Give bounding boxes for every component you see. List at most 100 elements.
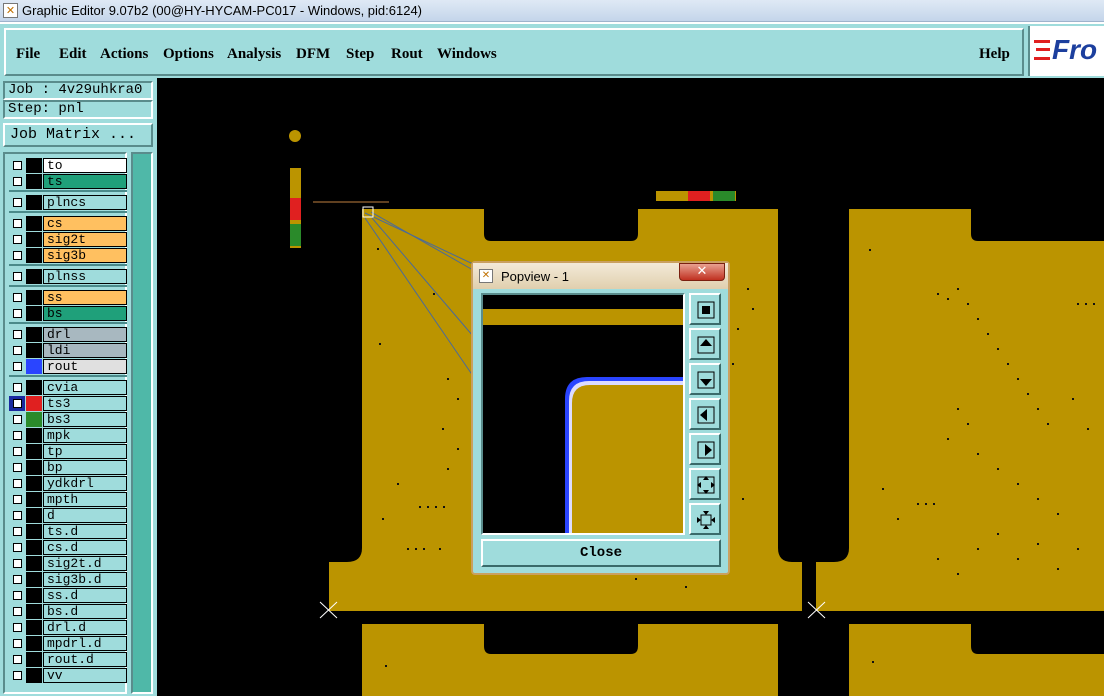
layer-checkbox[interactable] <box>9 306 25 321</box>
layer-name[interactable]: d <box>43 508 127 523</box>
layer-color-swatch[interactable] <box>26 269 42 284</box>
layer-color-swatch[interactable] <box>26 428 42 443</box>
layer-row[interactable]: bs <box>9 306 127 321</box>
menu-options[interactable]: Options <box>163 46 214 63</box>
layer-row[interactable]: sig3b <box>9 248 127 263</box>
layer-checkbox[interactable] <box>9 343 25 358</box>
zoom-in-button[interactable] <box>689 503 721 535</box>
layer-checkbox[interactable] <box>9 248 25 263</box>
layer-row[interactable]: rout.d <box>9 652 127 667</box>
layer-row[interactable]: ts3 <box>9 396 127 411</box>
layer-name[interactable]: vv <box>43 668 127 683</box>
layer-color-swatch[interactable] <box>26 444 42 459</box>
pan-right-button[interactable] <box>689 433 721 465</box>
layer-color-swatch[interactable] <box>26 396 42 411</box>
layer-row[interactable]: ss <box>9 290 127 305</box>
layer-checkbox[interactable] <box>9 604 25 619</box>
layer-name[interactable]: ss.d <box>43 588 127 603</box>
layer-checkbox[interactable] <box>9 396 25 411</box>
pan-up-button[interactable] <box>689 328 721 360</box>
layer-checkbox[interactable] <box>9 588 25 603</box>
layer-row[interactable]: drl.d <box>9 620 127 635</box>
layer-color-swatch[interactable] <box>26 248 42 263</box>
menu-rout[interactable]: Rout <box>391 46 423 63</box>
layer-color-swatch[interactable] <box>26 508 42 523</box>
layer-checkbox[interactable] <box>9 380 25 395</box>
layer-name[interactable]: mpdrl.d <box>43 636 127 651</box>
layer-checkbox[interactable] <box>9 428 25 443</box>
layer-name[interactable]: rout.d <box>43 652 127 667</box>
layer-color-swatch[interactable] <box>26 412 42 427</box>
layer-checkbox[interactable] <box>9 572 25 587</box>
layer-row[interactable]: tp <box>9 444 127 459</box>
layer-checkbox[interactable] <box>9 460 25 475</box>
layer-checkbox[interactable] <box>9 412 25 427</box>
layer-checkbox[interactable] <box>9 620 25 635</box>
layer-row[interactable]: ydkdrl <box>9 476 127 491</box>
layer-color-swatch[interactable] <box>26 327 42 342</box>
layer-row[interactable]: ts.d <box>9 524 127 539</box>
layer-checkbox[interactable] <box>9 444 25 459</box>
layer-row[interactable]: to <box>9 158 127 173</box>
layer-name[interactable]: mpk <box>43 428 127 443</box>
layer-name[interactable]: tp <box>43 444 127 459</box>
layer-row[interactable]: bp <box>9 460 127 475</box>
layer-name[interactable]: cs <box>43 216 127 231</box>
job-matrix-button[interactable]: Job Matrix ... <box>3 123 153 147</box>
layer-checkbox[interactable] <box>9 492 25 507</box>
layer-name[interactable]: cvia <box>43 380 127 395</box>
layer-checkbox[interactable] <box>9 668 25 683</box>
layer-name[interactable]: to <box>43 158 127 173</box>
zoom-fit-button[interactable] <box>689 293 721 325</box>
layer-color-swatch[interactable] <box>26 540 42 555</box>
layer-color-swatch[interactable] <box>26 556 42 571</box>
layer-color-swatch[interactable] <box>26 604 42 619</box>
layer-name[interactable]: drl.d <box>43 620 127 635</box>
layer-name[interactable]: ydkdrl <box>43 476 127 491</box>
layer-row[interactable]: sig2t.d <box>9 556 127 571</box>
layer-color-swatch[interactable] <box>26 380 42 395</box>
popview-zoom-view[interactable] <box>481 293 685 535</box>
layer-row[interactable]: plncs <box>9 195 127 210</box>
layer-row[interactable]: rout <box>9 359 127 374</box>
layer-color-swatch[interactable] <box>26 588 42 603</box>
layer-checkbox[interactable] <box>9 174 25 189</box>
layer-name[interactable]: bs <box>43 306 127 321</box>
layer-color-swatch[interactable] <box>26 460 42 475</box>
layer-checkbox[interactable] <box>9 540 25 555</box>
layer-row[interactable]: mpk <box>9 428 127 443</box>
menu-edit[interactable]: Edit <box>59 46 87 63</box>
layer-checkbox[interactable] <box>9 636 25 651</box>
layer-name[interactable]: ldi <box>43 343 127 358</box>
pan-left-button[interactable] <box>689 398 721 430</box>
layer-name[interactable]: sig3b.d <box>43 572 127 587</box>
menu-windows[interactable]: Windows <box>437 46 497 63</box>
layer-color-swatch[interactable] <box>26 620 42 635</box>
layer-color-swatch[interactable] <box>26 572 42 587</box>
layer-color-swatch[interactable] <box>26 668 42 683</box>
layer-checkbox[interactable] <box>9 508 25 523</box>
layer-checkbox[interactable] <box>9 327 25 342</box>
layer-name[interactable]: plnss <box>43 269 127 284</box>
layer-checkbox[interactable] <box>9 652 25 667</box>
layer-checkbox[interactable] <box>9 195 25 210</box>
layer-color-swatch[interactable] <box>26 652 42 667</box>
layer-row[interactable]: d <box>9 508 127 523</box>
layer-row[interactable]: ss.d <box>9 588 127 603</box>
layer-row[interactable]: bs.d <box>9 604 127 619</box>
popview-close-x-button[interactable]: ✕ <box>679 263 725 281</box>
layer-name[interactable]: rout <box>43 359 127 374</box>
layer-name[interactable]: ss <box>43 290 127 305</box>
layer-row[interactable]: sig3b.d <box>9 572 127 587</box>
layer-name[interactable]: mpth <box>43 492 127 507</box>
layer-row[interactable]: ts <box>9 174 127 189</box>
layer-name[interactable]: ts3 <box>43 396 127 411</box>
layer-color-swatch[interactable] <box>26 359 42 374</box>
layer-checkbox[interactable] <box>9 556 25 571</box>
layer-name[interactable]: sig3b <box>43 248 127 263</box>
layer-row[interactable]: cvia <box>9 380 127 395</box>
menu-step[interactable]: Step <box>346 46 374 63</box>
layer-color-swatch[interactable] <box>26 476 42 491</box>
layer-name[interactable]: ts.d <box>43 524 127 539</box>
menu-analysis[interactable]: Analysis <box>227 46 281 63</box>
